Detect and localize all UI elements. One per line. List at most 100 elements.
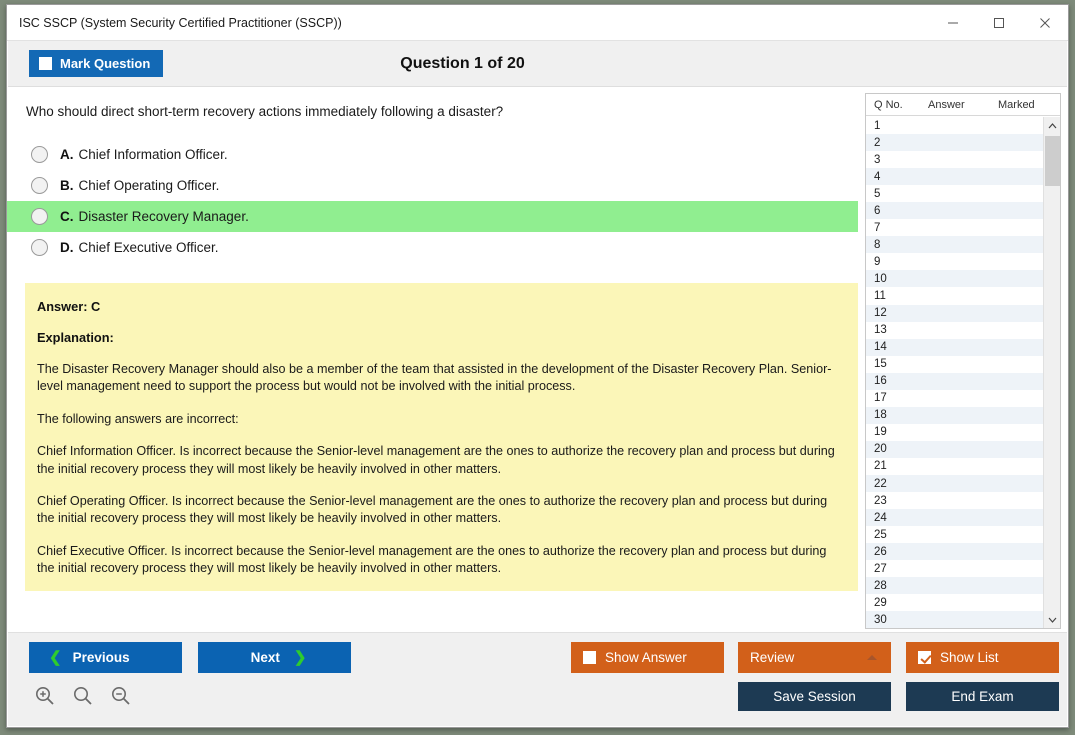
answer-options-list: A. Chief Information Officer. B. Chief Oper… [7,139,858,263]
question-list-row[interactable]: 7 [866,219,1044,236]
question-list-row[interactable]: 4 [866,168,1044,186]
previous-button[interactable]: ❮ Previous [29,642,182,673]
show-list-label: Show List [940,650,999,665]
question-list-row[interactable]: 15 [866,356,1044,373]
show-answer-button[interactable]: Show Answer [571,642,724,673]
explanation-paragraph: Chief Information Officer. Is incorrect … [37,444,835,476]
answer-option-b[interactable]: B. Chief Operating Officer. [7,170,858,201]
page-title: Question 1 of 20 [400,55,525,72]
question-list-row[interactable]: 26 [866,543,1044,561]
question-list-row[interactable]: 12 [866,304,1044,322]
question-text: Who should direct short-term recovery ac… [26,104,504,119]
question-number: 4 [874,170,881,183]
review-dropdown[interactable]: Review [738,642,891,673]
question-list-scrollbar[interactable] [1043,117,1060,628]
radio-button-icon[interactable] [31,239,48,256]
question-number: 17 [874,392,887,405]
show-answer-checkbox-icon[interactable] [583,651,596,664]
question-list-row[interactable]: 14 [866,338,1044,356]
minimize-button[interactable] [930,5,976,41]
question-list-row[interactable]: 10 [866,270,1044,288]
option-letter: A. [60,147,74,162]
option-text: Chief Operating Officer. [78,178,220,193]
question-number: 3 [874,153,881,166]
question-list-row[interactable]: 3 [866,151,1044,168]
question-list-rows[interactable]: 1 2 3 4 5 6 7 8 9 10 11 12 13 14 15 16 17 18 19 20 21 22 23 24 2… [866,117,1044,628]
question-list-row[interactable]: 27 [866,560,1044,577]
scroll-down-arrow-icon[interactable] [1044,611,1061,628]
chevron-left-icon: ❮ [49,649,62,666]
question-list-row[interactable]: 30 [866,611,1044,628]
question-list-row[interactable]: 9 [866,253,1044,270]
option-letter: C. [60,209,74,224]
question-list-row[interactable]: 11 [866,287,1044,304]
question-list-row[interactable]: 1 [866,117,1044,134]
question-list-row[interactable]: 24 [866,509,1044,527]
explanation-body: The Disaster Recovery Manager should als… [37,361,844,577]
close-button[interactable] [1022,5,1068,41]
zoom-reset-icon[interactable] [70,683,96,709]
answer-option-c[interactable]: C. Disaster Recovery Manager. [7,201,858,232]
answer-option-a[interactable]: A. Chief Information Officer. [7,139,858,170]
next-label: Next [250,650,280,665]
question-list-row[interactable]: 8 [866,236,1044,254]
question-number: 5 [874,187,881,200]
question-number: 25 [874,528,887,541]
show-list-checkbox-icon[interactable] [918,651,931,664]
scroll-up-arrow-icon[interactable] [1044,117,1061,134]
chevron-up-icon [867,655,877,660]
question-number: 21 [874,460,887,473]
save-session-button[interactable]: Save Session [738,682,891,711]
question-list-row[interactable]: 21 [866,458,1044,475]
mark-question-button[interactable]: Mark Question [29,50,164,77]
question-list-row[interactable]: 6 [866,202,1044,220]
question-list-panel: Q No. Answer Marked 1 2 3 4 5 6 7 8 9 10 11 12 13 14 1… [865,93,1061,629]
question-list-row[interactable]: 19 [866,424,1044,441]
show-answer-label: Show Answer [605,650,687,665]
question-list-row[interactable]: 18 [866,406,1044,424]
question-number: 13 [874,324,887,337]
maximize-button[interactable] [976,5,1022,41]
question-number: 20 [874,443,887,456]
explanation-paragraph: The following answers are incorrect: [37,411,239,426]
radio-button-icon[interactable] [31,177,48,194]
mark-question-checkbox-icon[interactable] [39,57,52,70]
end-exam-label: End Exam [951,689,1014,704]
question-number: 29 [874,596,887,609]
zoom-in-icon[interactable] [32,683,58,709]
question-list-row[interactable]: 29 [866,594,1044,611]
question-list-row[interactable]: 22 [866,474,1044,493]
question-list-row[interactable]: 17 [866,390,1044,407]
question-list-row[interactable]: 28 [866,577,1044,595]
question-number: 19 [874,426,887,439]
question-list-row[interactable]: 25 [866,526,1044,543]
question-number: 26 [874,545,887,558]
question-number: 23 [874,494,887,507]
option-text: Disaster Recovery Manager. [78,209,249,224]
question-number: 27 [874,562,887,575]
question-list-row[interactable]: 20 [866,440,1044,458]
answer-label: Answer: C [37,299,101,314]
question-list-row[interactable]: 16 [866,372,1044,390]
radio-button-icon[interactable] [31,208,48,225]
zoom-out-icon[interactable] [108,683,134,709]
question-number: 11 [874,289,886,302]
next-button[interactable]: Next ❯ [198,642,351,673]
explanation-paragraph: The Disaster Recovery Manager should als… [37,362,832,394]
question-list-row[interactable]: 23 [866,492,1044,509]
title-bar: ISC SSCP (System Security Certified Prac… [7,5,1068,41]
option-text: Chief Executive Officer. [78,240,219,255]
mark-question-label: Mark Question [60,56,151,71]
question-number: 1 [874,119,881,132]
question-list-row[interactable]: 5 [866,185,1044,202]
question-number: 30 [874,613,887,626]
radio-button-icon[interactable] [31,146,48,163]
question-list-row[interactable]: 13 [866,322,1044,339]
question-number: 22 [874,477,887,490]
question-number: 28 [874,579,887,592]
show-list-button[interactable]: Show List [906,642,1059,673]
question-list-row[interactable]: 2 [866,134,1044,152]
answer-option-d[interactable]: D. Chief Executive Officer. [7,232,858,263]
scrollbar-thumb[interactable] [1045,136,1060,186]
end-exam-button[interactable]: End Exam [906,682,1059,711]
